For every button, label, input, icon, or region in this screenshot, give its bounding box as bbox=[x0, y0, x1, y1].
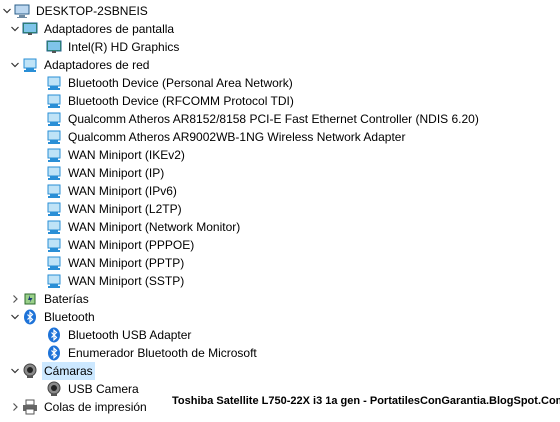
device-network-11[interactable]: WAN Miniport (SSTP) bbox=[46, 272, 186, 290]
category-network-adapters[interactable]: Adaptadores de red bbox=[8, 56, 151, 74]
device-label: WAN Miniport (PPTP) bbox=[68, 256, 185, 270]
watermark-text: Toshiba Satellite L750-22X i3 1a gen - P… bbox=[172, 395, 560, 407]
bluetooth-icon bbox=[46, 345, 62, 361]
category-cameras[interactable]: Cámaras bbox=[8, 362, 95, 380]
chevron-right-icon[interactable] bbox=[8, 398, 22, 416]
tree-root[interactable]: DESKTOP-2SBNEIS bbox=[0, 2, 150, 20]
network-adapter-icon bbox=[46, 165, 62, 181]
chevron-down-icon[interactable] bbox=[8, 56, 22, 74]
network-adapter-icon bbox=[46, 147, 62, 163]
webcam-icon bbox=[22, 363, 38, 379]
network-adapter-icon bbox=[46, 183, 62, 199]
device-label: Intel(R) HD Graphics bbox=[68, 40, 180, 54]
chevron-right-icon[interactable] bbox=[8, 290, 22, 308]
tree-root-label: DESKTOP-2SBNEIS bbox=[36, 4, 148, 18]
network-adapter-icon bbox=[46, 273, 62, 289]
device-network-9[interactable]: WAN Miniport (PPPOE) bbox=[46, 236, 196, 254]
battery-icon bbox=[22, 291, 38, 307]
bluetooth-icon bbox=[22, 309, 38, 325]
network-adapter-icon bbox=[46, 201, 62, 217]
category-label: Bluetooth bbox=[44, 310, 95, 324]
category-display-adapters[interactable]: Adaptadores de pantalla bbox=[8, 20, 176, 38]
device-bluetooth-enumerator[interactable]: Enumerador Bluetooth de Microsoft bbox=[46, 344, 259, 362]
network-adapter-icon bbox=[46, 219, 62, 235]
device-bluetooth-usb-adapter[interactable]: Bluetooth USB Adapter bbox=[46, 326, 193, 344]
device-label: WAN Miniport (IKEv2) bbox=[68, 148, 185, 162]
network-adapter-icon bbox=[46, 75, 62, 91]
category-print-queues[interactable]: Colas de impresión bbox=[8, 398, 149, 416]
device-label: Qualcomm Atheros AR9002WB-1NG Wireless N… bbox=[68, 130, 406, 144]
category-label: Colas de impresión bbox=[44, 400, 147, 414]
device-label: WAN Miniport (IP) bbox=[68, 166, 165, 180]
device-label: WAN Miniport (PPPOE) bbox=[68, 238, 195, 252]
printer-icon bbox=[22, 399, 38, 415]
device-network-5[interactable]: WAN Miniport (IP) bbox=[46, 164, 166, 182]
device-label: USB Camera bbox=[68, 382, 139, 396]
chevron-down-icon[interactable] bbox=[8, 20, 22, 38]
monitor-icon bbox=[22, 21, 38, 37]
category-label: Adaptadores de red bbox=[44, 58, 150, 72]
chevron-down-icon[interactable] bbox=[8, 308, 22, 326]
device-network-7[interactable]: WAN Miniport (L2TP) bbox=[46, 200, 184, 218]
device-label: Bluetooth Device (RFCOMM Protocol TDI) bbox=[68, 94, 294, 108]
device-label: WAN Miniport (L2TP) bbox=[68, 202, 182, 216]
device-label: Enumerador Bluetooth de Microsoft bbox=[68, 346, 257, 360]
computer-icon bbox=[14, 3, 30, 19]
device-usb-camera[interactable]: USB Camera bbox=[46, 380, 141, 398]
monitor-icon bbox=[46, 39, 62, 55]
device-label: Bluetooth USB Adapter bbox=[68, 328, 192, 342]
device-label: Qualcomm Atheros AR8152/8158 PCI-E Fast … bbox=[68, 112, 479, 126]
category-batteries[interactable]: Baterías bbox=[8, 290, 91, 308]
device-network-3[interactable]: Qualcomm Atheros AR9002WB-1NG Wireless N… bbox=[46, 128, 407, 146]
network-adapter-icon bbox=[46, 111, 62, 127]
network-adapter-icon bbox=[46, 93, 62, 109]
device-label: WAN Miniport (SSTP) bbox=[68, 274, 185, 288]
device-network-8[interactable]: WAN Miniport (Network Monitor) bbox=[46, 218, 242, 236]
device-label: WAN Miniport (IPv6) bbox=[68, 184, 177, 198]
device-network-2[interactable]: Qualcomm Atheros AR8152/8158 PCI-E Fast … bbox=[46, 110, 481, 128]
device-network-6[interactable]: WAN Miniport (IPv6) bbox=[46, 182, 179, 200]
device-network-1[interactable]: Bluetooth Device (RFCOMM Protocol TDI) bbox=[46, 92, 296, 110]
device-network-0[interactable]: Bluetooth Device (Personal Area Network) bbox=[46, 74, 295, 92]
device-label: Bluetooth Device (Personal Area Network) bbox=[68, 76, 293, 90]
device-network-10[interactable]: WAN Miniport (PPTP) bbox=[46, 254, 186, 272]
chevron-down-icon[interactable] bbox=[0, 2, 14, 20]
category-label: Adaptadores de pantalla bbox=[44, 22, 175, 36]
device-network-4[interactable]: WAN Miniport (IKEv2) bbox=[46, 146, 187, 164]
network-adapter-icon bbox=[46, 237, 62, 253]
network-adapter-icon bbox=[46, 255, 62, 271]
network-adapter-icon bbox=[46, 129, 62, 145]
network-adapter-icon bbox=[22, 57, 38, 73]
bluetooth-icon bbox=[46, 327, 62, 343]
device-label: WAN Miniport (Network Monitor) bbox=[68, 220, 241, 234]
category-bluetooth[interactable]: Bluetooth bbox=[8, 308, 97, 326]
device-intel-hd-graphics[interactable]: Intel(R) HD Graphics bbox=[46, 38, 181, 56]
category-label: Cámaras bbox=[42, 362, 95, 380]
webcam-icon bbox=[46, 381, 62, 397]
chevron-down-icon[interactable] bbox=[8, 362, 22, 380]
category-label: Baterías bbox=[44, 292, 89, 306]
